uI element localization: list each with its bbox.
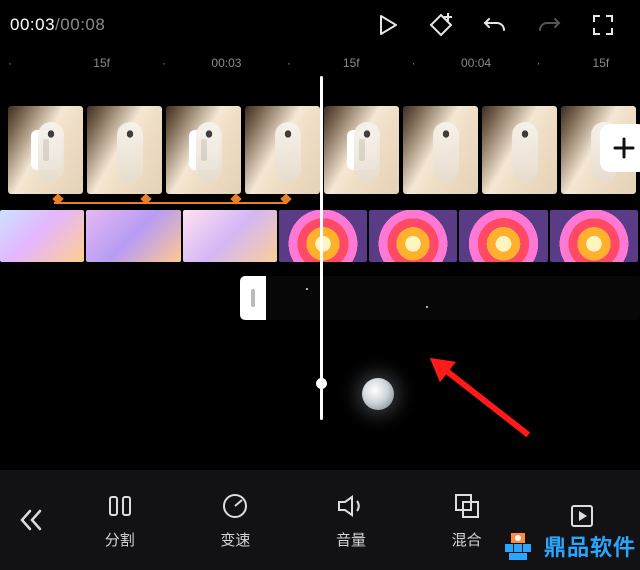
timeline-ruler[interactable]: · 15f · 00:03 · 15f · 00:04 · 15f bbox=[0, 50, 640, 76]
tool-speed[interactable]: 变速 bbox=[178, 470, 294, 570]
clip-handle[interactable] bbox=[240, 276, 266, 320]
ruler-mark: 00:03 bbox=[195, 56, 257, 70]
watermark: 鼎品软件 bbox=[498, 526, 636, 566]
tool-label: 混合 bbox=[452, 529, 482, 550]
add-keyframe-button[interactable] bbox=[414, 3, 468, 47]
blend-icon bbox=[452, 491, 482, 521]
time-display: 00:03/00:08 bbox=[10, 15, 105, 35]
volume-icon bbox=[335, 491, 367, 521]
playhead[interactable] bbox=[320, 76, 323, 420]
ruler-tick: · bbox=[133, 56, 195, 70]
tool-volume[interactable]: 音量 bbox=[293, 470, 409, 570]
overlay-track[interactable] bbox=[240, 276, 640, 320]
effect-clip[interactable] bbox=[369, 210, 457, 262]
play-button[interactable] bbox=[360, 3, 414, 47]
ruler-tick: · bbox=[8, 56, 70, 70]
ruler-mark: 15f bbox=[320, 56, 382, 70]
video-clip[interactable] bbox=[324, 106, 399, 194]
speed-icon bbox=[220, 491, 250, 521]
video-clip[interactable] bbox=[245, 106, 320, 194]
ruler-mark: 00:04 bbox=[445, 56, 507, 70]
watermark-icon bbox=[498, 526, 538, 566]
tool-label: 分割 bbox=[105, 529, 135, 550]
video-clip[interactable] bbox=[166, 106, 241, 194]
touch-indicator-icon bbox=[362, 378, 394, 410]
add-clip-button[interactable] bbox=[600, 124, 640, 172]
fullscreen-button[interactable] bbox=[576, 3, 630, 47]
ruler-mark: 15f bbox=[570, 56, 632, 70]
effect-clip[interactable] bbox=[183, 210, 277, 262]
timeline[interactable] bbox=[0, 76, 640, 420]
total-time: 00:08 bbox=[60, 15, 105, 34]
tool-label: 音量 bbox=[336, 529, 366, 550]
video-clip[interactable] bbox=[482, 106, 557, 194]
ruler-tick: · bbox=[507, 56, 569, 70]
tool-split[interactable]: 分割 bbox=[62, 470, 178, 570]
undo-button[interactable] bbox=[468, 3, 522, 47]
ruler-tick: · bbox=[382, 56, 444, 70]
split-icon bbox=[105, 491, 135, 521]
effect-clip[interactable] bbox=[86, 210, 180, 262]
video-clip[interactable] bbox=[87, 106, 162, 194]
effect-clip[interactable] bbox=[550, 210, 638, 262]
redo-button[interactable] bbox=[522, 3, 576, 47]
video-clip[interactable] bbox=[8, 106, 83, 194]
ruler-mark: 15f bbox=[70, 56, 132, 70]
video-clip[interactable] bbox=[403, 106, 478, 194]
annotation-arrow-icon bbox=[411, 335, 560, 467]
watermark-text: 鼎品软件 bbox=[544, 530, 636, 562]
back-button[interactable] bbox=[0, 470, 62, 570]
tool-label: 变速 bbox=[220, 529, 250, 550]
effect-clip[interactable] bbox=[459, 210, 547, 262]
current-time: 00:03 bbox=[10, 15, 55, 34]
ruler-tick: · bbox=[258, 56, 320, 70]
effect-clip[interactable] bbox=[0, 210, 84, 262]
